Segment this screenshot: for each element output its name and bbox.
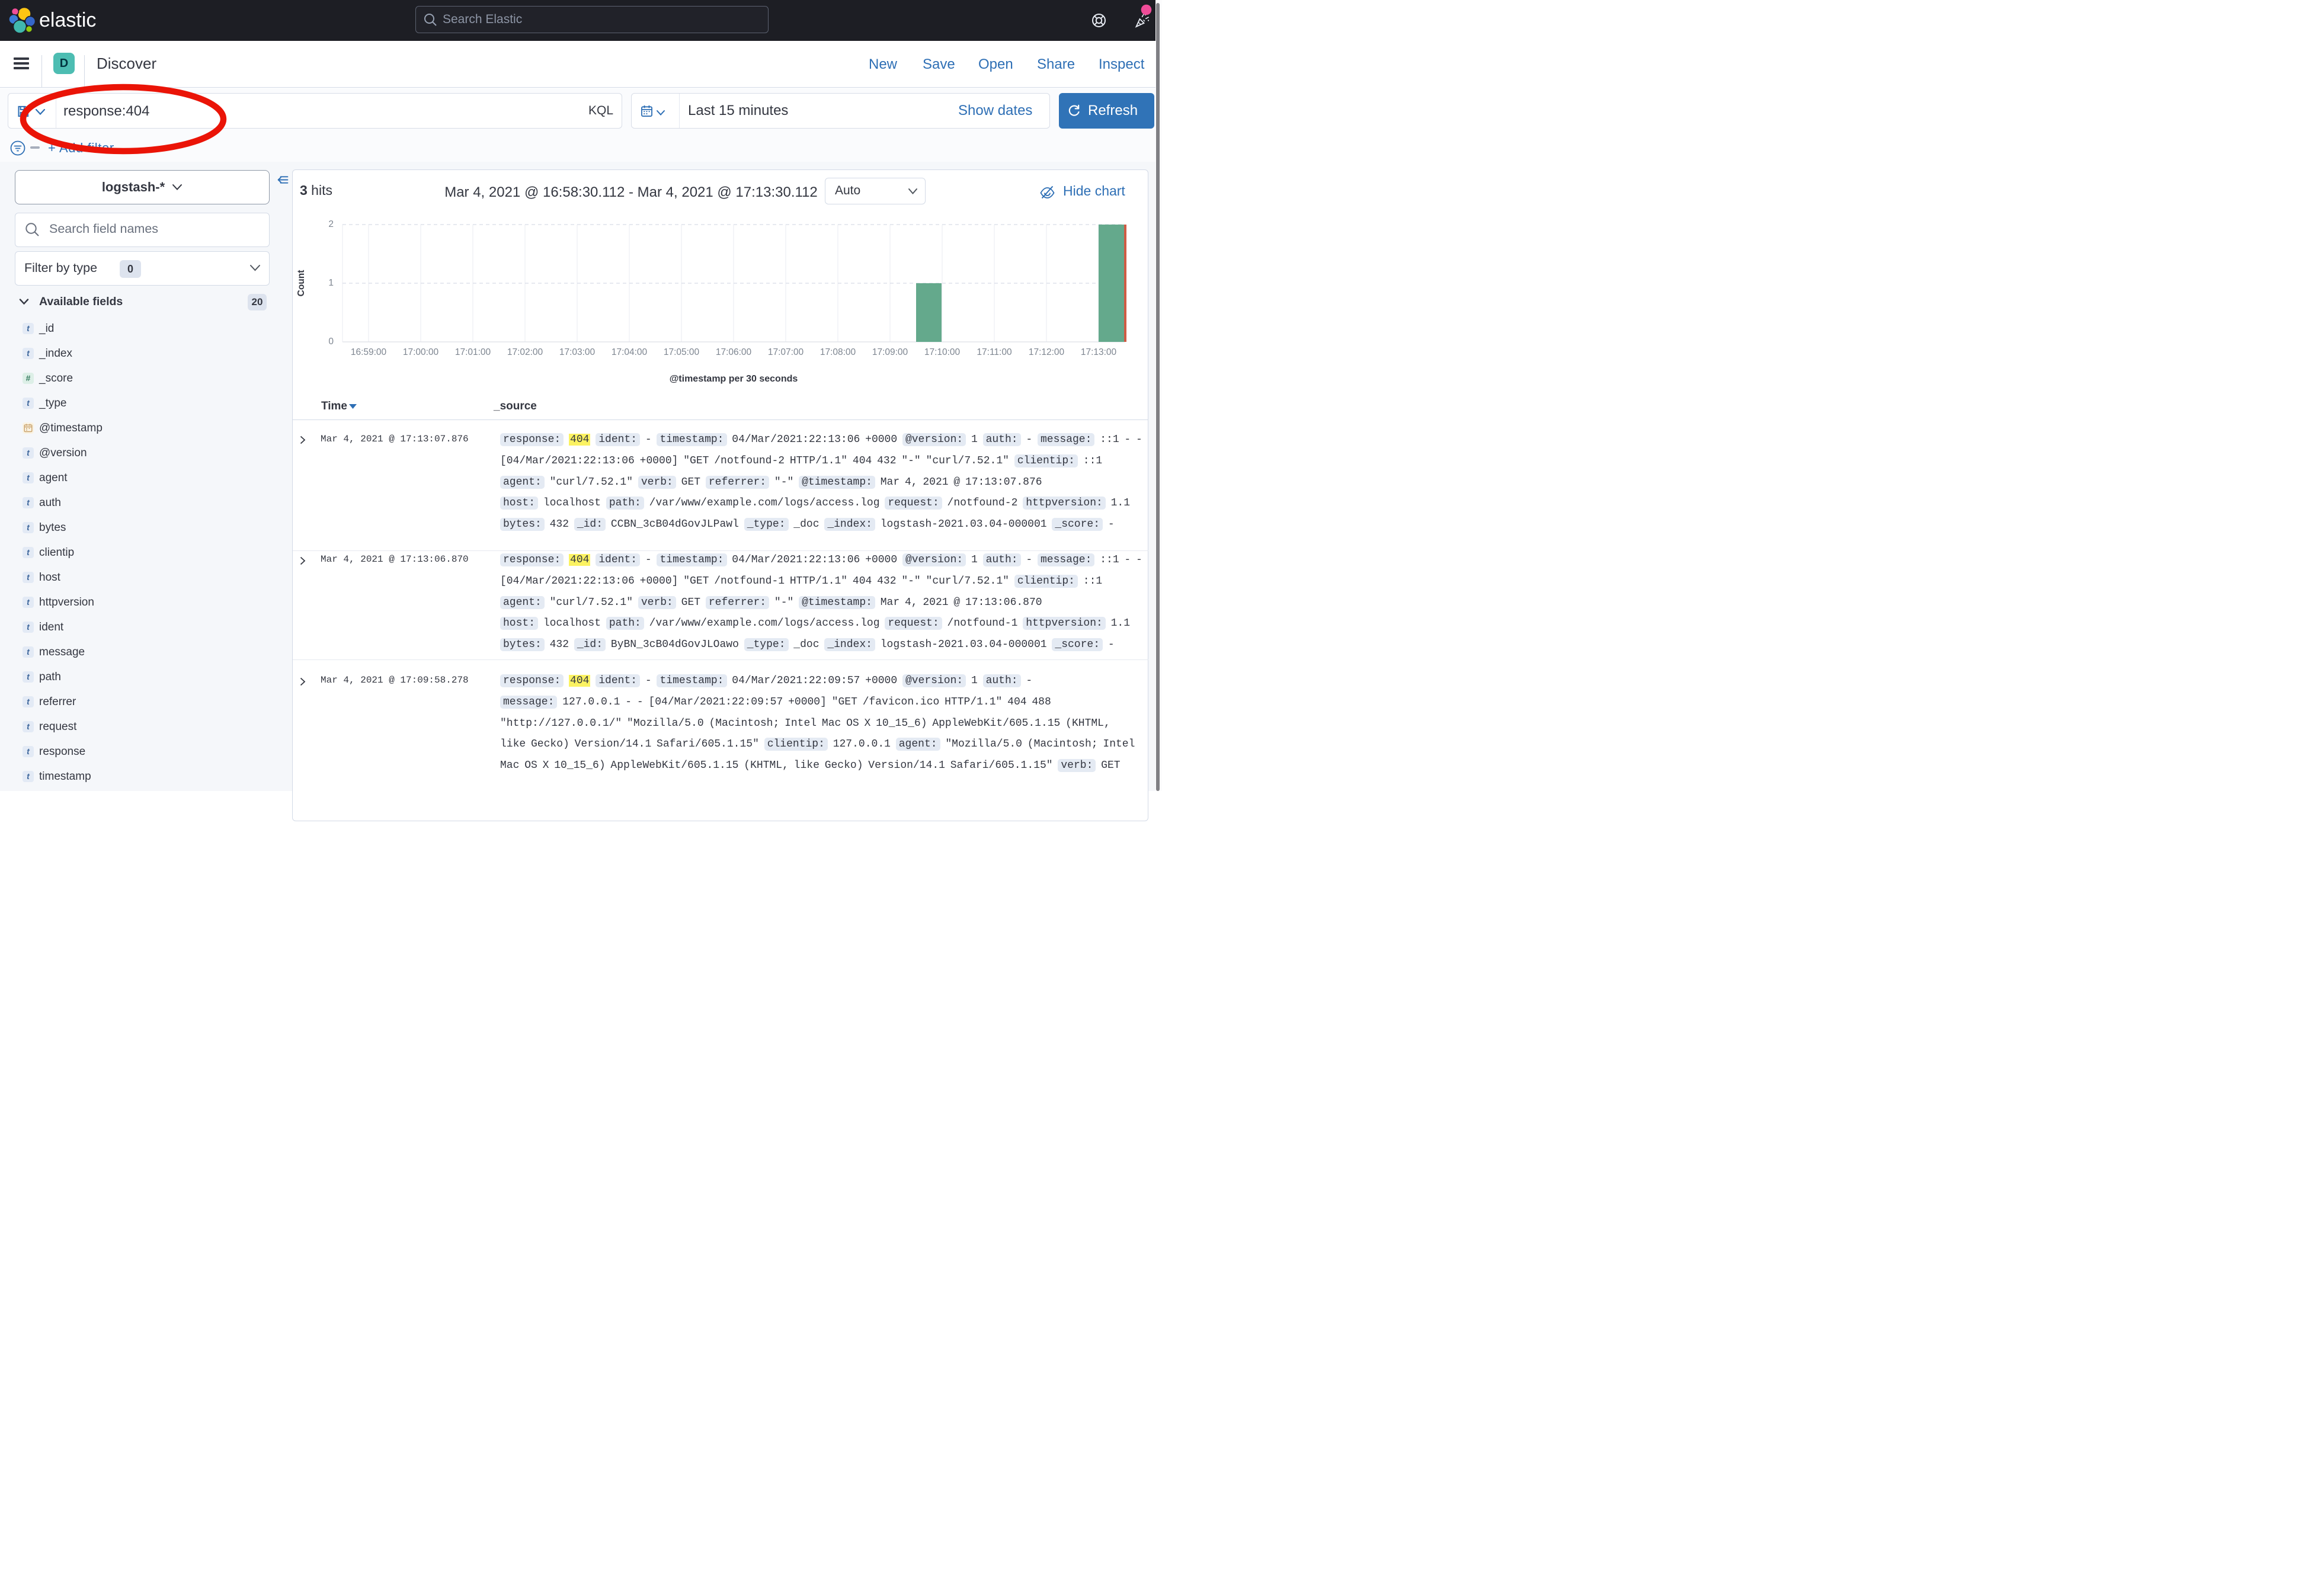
svg-text:17:08:00: 17:08:00: [820, 347, 856, 357]
svg-text:@timestamp per 30 seconds: @timestamp per 30 seconds: [670, 374, 798, 384]
svg-text:17:01:00: 17:01:00: [455, 347, 491, 357]
svg-text:17:07:00: 17:07:00: [768, 347, 804, 357]
svg-text:2: 2: [328, 219, 334, 229]
svg-text:16:59:00: 16:59:00: [351, 347, 387, 357]
svg-text:17:05:00: 17:05:00: [664, 347, 700, 357]
svg-text:17:11:00: 17:11:00: [977, 347, 1012, 357]
svg-text:17:09:00: 17:09:00: [872, 347, 908, 357]
svg-text:17:10:00: 17:10:00: [924, 347, 961, 357]
svg-text:0: 0: [328, 337, 334, 347]
svg-text:17:13:00: 17:13:00: [1081, 347, 1117, 357]
svg-text:17:04:00: 17:04:00: [612, 347, 648, 357]
svg-text:17:00:00: 17:00:00: [403, 347, 439, 357]
svg-text:1: 1: [328, 278, 334, 288]
svg-text:17:03:00: 17:03:00: [559, 347, 596, 357]
svg-text:17:06:00: 17:06:00: [716, 347, 752, 357]
svg-text:Count: Count: [296, 270, 306, 297]
svg-text:17:02:00: 17:02:00: [507, 347, 543, 357]
svg-text:17:12:00: 17:12:00: [1029, 347, 1065, 357]
